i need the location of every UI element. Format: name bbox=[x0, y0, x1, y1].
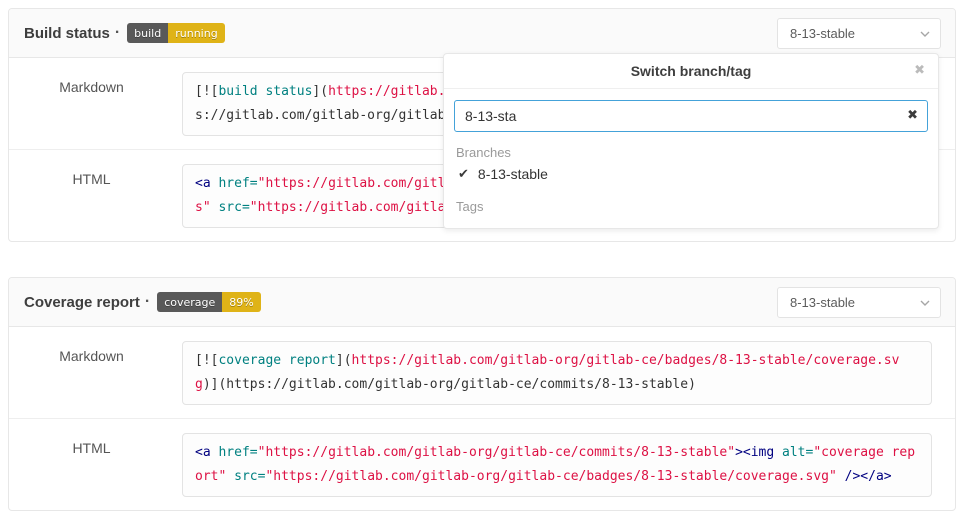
check-icon: ✔ bbox=[458, 166, 469, 182]
popup-bottom-padding bbox=[444, 216, 938, 228]
badge-key: build bbox=[127, 23, 168, 43]
build-status-heading: Build status · build running 8-13-stable bbox=[9, 9, 955, 58]
branch-item-8-13-stable[interactable]: ✔ 8-13-stable bbox=[444, 162, 938, 186]
panel-title: Build status bbox=[24, 25, 110, 42]
popup-header: Switch branch/tag ✖ bbox=[444, 54, 938, 89]
coverage-markdown-snippet: [![coverage report](https://gitlab.com/g… bbox=[182, 341, 932, 405]
branch-selector-dropdown[interactable]: 8-13-stable bbox=[777, 287, 941, 318]
branch-item-label: 8-13-stable bbox=[478, 166, 548, 182]
row-label-markdown: Markdown bbox=[9, 341, 174, 405]
branch-selector-dropdown[interactable]: 8-13-stable bbox=[777, 18, 941, 49]
branch-selector-label: 8-13-stable bbox=[790, 295, 855, 310]
clear-search-icon[interactable]: ✖ bbox=[907, 108, 918, 121]
branch-search: ✖ bbox=[454, 100, 928, 132]
row-label-html: HTML bbox=[9, 433, 174, 497]
close-icon[interactable]: ✖ bbox=[914, 63, 925, 76]
panel-title: Coverage report bbox=[24, 294, 140, 311]
badge-value: running bbox=[168, 23, 224, 43]
badge-value: 89% bbox=[222, 292, 260, 312]
chevron-down-icon bbox=[919, 28, 931, 43]
coverage-badge: coverage 89% bbox=[157, 292, 261, 312]
coverage-report-heading: Coverage report · coverage 89% 8-13-stab… bbox=[9, 278, 955, 327]
title-separator: · bbox=[115, 24, 120, 42]
markdown-row: Markdown [![coverage report](https://git… bbox=[9, 327, 955, 419]
coverage-report-panel: Coverage report · coverage 89% 8-13-stab… bbox=[8, 277, 956, 511]
badge-key: coverage bbox=[157, 292, 222, 312]
branch-search-input[interactable] bbox=[454, 100, 928, 132]
chevron-down-icon bbox=[919, 297, 931, 312]
branches-section-heading: Branches bbox=[456, 145, 926, 160]
row-label-markdown: Markdown bbox=[9, 72, 174, 136]
page: Build status · build running 8-13-stable… bbox=[0, 0, 964, 523]
coverage-html-snippet: <a href="https://gitlab.com/gitlab-org/g… bbox=[182, 433, 932, 497]
branch-selector-label: 8-13-stable bbox=[790, 26, 855, 41]
popup-title: Switch branch/tag bbox=[631, 63, 752, 79]
build-status-badge: build running bbox=[127, 23, 225, 43]
switch-branch-popup: Switch branch/tag ✖ ✖ Branches ✔ 8-13-st… bbox=[443, 53, 939, 229]
tags-section-heading: Tags bbox=[456, 199, 926, 214]
title-separator: · bbox=[145, 293, 150, 311]
html-row: HTML <a href="https://gitlab.com/gitlab-… bbox=[9, 419, 955, 510]
row-label-html: HTML bbox=[9, 164, 174, 228]
